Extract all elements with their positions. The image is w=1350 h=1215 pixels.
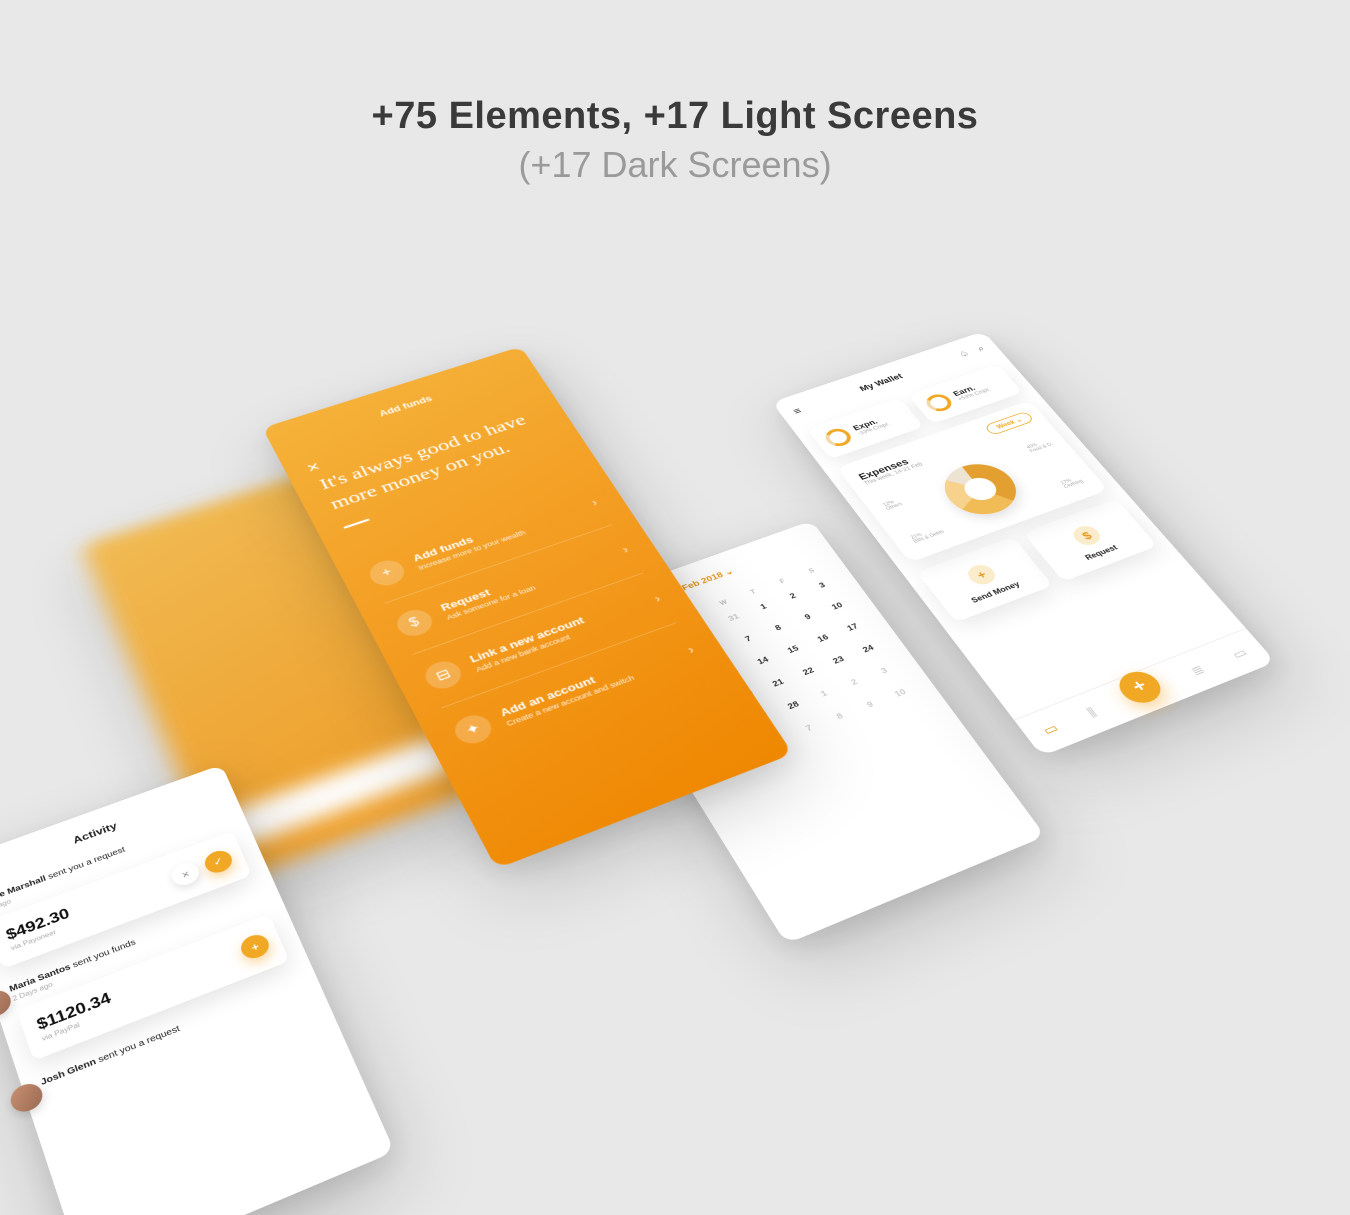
bell-icon[interactable]: ♤ — [956, 349, 972, 360]
accept-button[interactable]: ✓ — [201, 847, 235, 876]
nav-list-icon[interactable]: ≣ — [1187, 662, 1208, 678]
chevron-right-icon: › — [620, 543, 631, 555]
pct-others: 12%Others — [882, 498, 903, 511]
chevron-right-icon: › — [652, 592, 663, 604]
pct-bills: 21%Bills & Debts — [910, 526, 946, 545]
action-icon: + — [963, 562, 1000, 588]
action-icon: $ — [1069, 523, 1105, 548]
action-label: Request — [1058, 534, 1144, 571]
ring-icon — [922, 392, 956, 414]
search-icon[interactable]: ⌕ — [975, 344, 988, 354]
accent-bar — [343, 518, 370, 528]
expenses-donut-chart — [932, 456, 1030, 523]
option-icon: + — [365, 556, 409, 589]
ring-icon — [821, 426, 855, 449]
option-icon: ⊟ — [420, 657, 466, 693]
pct-food: 40%Food & D. — [1026, 439, 1054, 454]
option-icon: ✦ — [450, 711, 497, 748]
wallet-title: My Wallet — [858, 372, 905, 393]
pct-clothing: 27%Clothing — [1060, 475, 1085, 489]
bottom-nav: ▭ ⫼ + ≣ ▭ — [1014, 628, 1276, 756]
avatar — [7, 1079, 46, 1116]
chevron-right-icon: › — [589, 496, 600, 507]
option-icon: $ — [392, 606, 437, 640]
nav-stats-icon[interactable]: ⫼ — [1084, 705, 1100, 720]
nav-wallet-icon[interactable]: ▭ — [1039, 720, 1061, 738]
action-label: Send Money — [951, 573, 1039, 611]
close-icon[interactable]: × — [303, 458, 323, 477]
mockup-stage: Feb 2018 ⌄ SMTWTFS2829303112345678910111… — [0, 0, 1350, 1020]
nav-add-fab[interactable]: + — [1112, 666, 1169, 707]
hamburger-icon[interactable]: ≡ — [791, 405, 804, 416]
chevron-right-icon: › — [685, 643, 697, 656]
nav-card-icon[interactable]: ▭ — [1229, 645, 1251, 662]
